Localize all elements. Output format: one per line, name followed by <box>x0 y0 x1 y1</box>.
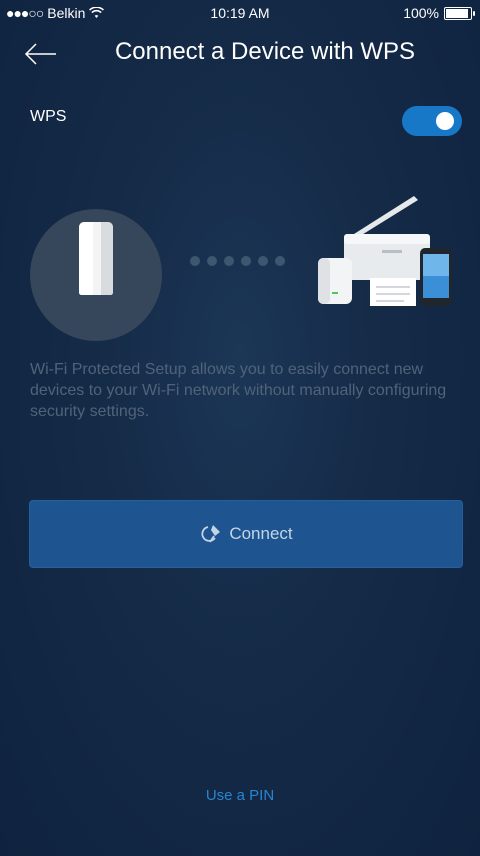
page-title: Connect a Device with WPS <box>114 38 416 65</box>
dot <box>224 256 234 266</box>
wps-screen: ●●●○○ Belkin 10:19 AM 100% Connect a Dev… <box>0 0 480 856</box>
velop-node-icon <box>79 222 113 295</box>
toggle-knob <box>436 112 454 130</box>
dot <box>258 256 268 266</box>
battery-icon <box>444 6 475 20</box>
wps-toggle[interactable] <box>402 106 462 136</box>
dot <box>190 256 200 266</box>
connect-button-label: Connect <box>229 524 293 543</box>
dot <box>207 256 217 266</box>
wps-label: WPS <box>30 108 67 125</box>
use-pin-link[interactable]: Use a PIN <box>0 787 480 804</box>
battery-fill <box>446 8 468 18</box>
wps-icon <box>201 525 221 543</box>
wps-description: Wi-Fi Protected Setup allows you to easi… <box>30 361 447 420</box>
dot <box>275 256 285 266</box>
dot <box>241 256 251 266</box>
connect-button[interactable]: Connect <box>29 500 463 568</box>
status-bar: ●●●○○ Belkin 10:19 AM 100% <box>0 0 480 28</box>
battery-percent: 100% <box>403 5 439 21</box>
status-right: 100% <box>403 5 475 21</box>
wps-devices-icon <box>318 196 452 306</box>
back-arrow-icon[interactable] <box>22 40 58 68</box>
connection-dots <box>190 256 285 266</box>
